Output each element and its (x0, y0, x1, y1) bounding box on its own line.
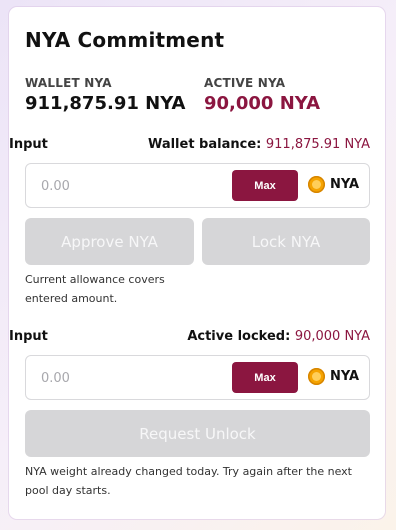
active-locked: Active locked: 90,000 NYA (187, 329, 370, 344)
lock-nya-button[interactable]: Lock NYA (202, 218, 370, 265)
card-title: NYA Commitment (25, 28, 225, 52)
wallet-balance: Wallet balance: 911,875.91 NYA (148, 137, 370, 152)
nya-coin-icon (308, 176, 325, 193)
wallet-balance-value: 911,875.91 NYA (265, 137, 370, 152)
unlock-token-label: NYA (330, 369, 360, 384)
request-unlock-button[interactable]: Request Unlock (25, 410, 370, 457)
nya-coin-icon (308, 368, 325, 385)
active-nya-label: ACTIVE NYA (204, 76, 286, 90)
active-nya-value: 90,000 NYA (204, 93, 321, 114)
active-locked-value: 90,000 NYA (294, 329, 370, 344)
lock-token-label: NYA (330, 177, 360, 192)
unlock-amount-field[interactable]: Max NYA (25, 355, 370, 400)
unlock-max-button[interactable]: Max (232, 362, 298, 393)
approve-nya-button[interactable]: Approve NYA (25, 218, 194, 265)
allowance-note: Current allowance covers entered amount. (25, 273, 165, 305)
wallet-nya-label: WALLET NYA (25, 76, 112, 90)
weight-changed-note: NYA weight already changed today. Try ag… (25, 465, 352, 497)
lock-amount-input[interactable] (41, 176, 221, 196)
wallet-nya-value: 911,875.91 NYA (25, 93, 186, 114)
unlock-token: NYA (308, 368, 359, 385)
lock-token: NYA (308, 176, 359, 193)
unlock-input-label: Input (9, 329, 48, 344)
wallet-balance-label: Wallet balance: (147, 137, 262, 152)
commitment-card: NYA Commitment WALLET NYA 911,875.91 NYA… (9, 7, 385, 519)
lock-input-label: Input (9, 137, 48, 152)
lock-amount-field[interactable]: Max NYA (25, 163, 370, 208)
lock-max-button[interactable]: Max (232, 170, 298, 201)
unlock-amount-input[interactable] (41, 368, 221, 388)
active-locked-label: Active locked: (187, 329, 291, 344)
